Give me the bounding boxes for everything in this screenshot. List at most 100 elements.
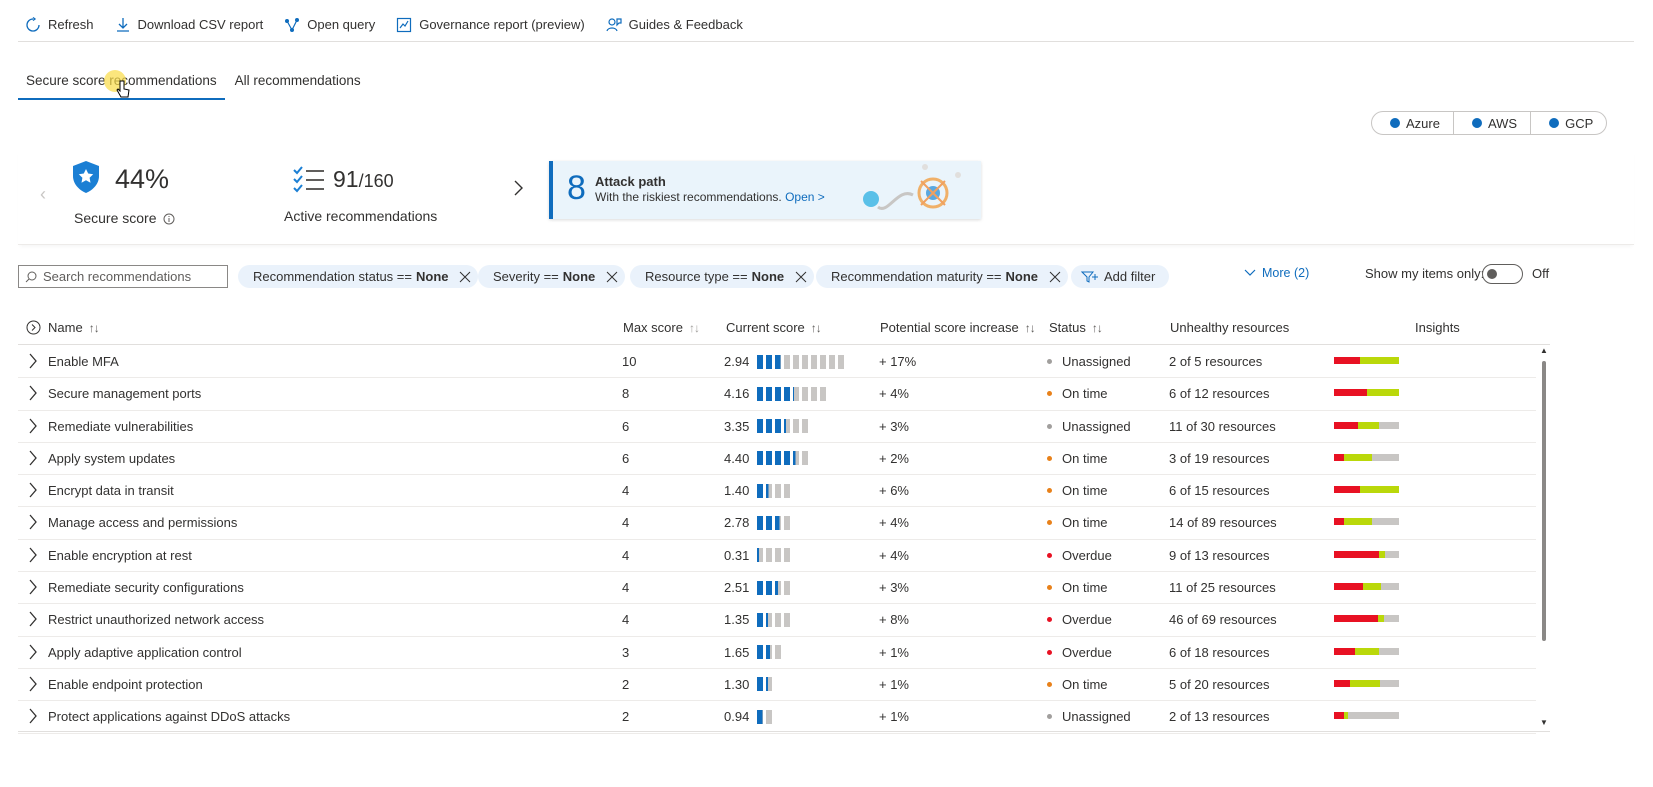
column-potential-increase[interactable]: Potential score increase ↑↓ <box>880 320 1036 335</box>
filter-recommendation-maturity[interactable]: Recommendation maturity == None <box>816 265 1069 288</box>
close-icon[interactable] <box>794 270 808 284</box>
recommendation-name[interactable]: Restrict unauthorized network access <box>48 612 264 627</box>
max-score: 6 <box>622 418 630 434</box>
table-row[interactable]: Apply adaptive application control 3 1.65 +… <box>18 637 1536 669</box>
current-score: 2.94 <box>724 354 845 369</box>
attack-path-card[interactable]: 8 Attack path With the riskiest recommen… <box>549 161 981 219</box>
close-icon[interactable] <box>1048 270 1062 284</box>
recommendation-name[interactable]: Enable encryption at rest <box>48 548 192 563</box>
table-row[interactable]: Remediate security configurations 4 2.51 + … <box>18 572 1536 605</box>
not-applicable-segment <box>1379 679 1399 687</box>
table-row[interactable]: Remediate vulnerabilities 6 3.35 + 3% Unassi… <box>18 411 1536 443</box>
chevron-right-icon[interactable] <box>27 676 39 692</box>
status-label: On time <box>1062 515 1108 531</box>
recommendation-name[interactable]: Enable MFA <box>48 354 119 369</box>
healthy-segment <box>1355 647 1380 655</box>
expand-all-button[interactable] <box>26 320 41 335</box>
chevron-left-icon[interactable]: ‹ <box>40 184 46 205</box>
aws-dot <box>1471 118 1482 128</box>
scrollbar-thumb[interactable] <box>1542 361 1546 641</box>
score-segment <box>784 419 791 434</box>
current-score: 2.78 <box>724 515 791 530</box>
recommendation-name[interactable]: Protect applications against DDoS attack… <box>48 709 290 724</box>
recommendation-name[interactable]: Manage access and permissions <box>48 515 237 530</box>
score-bar <box>757 612 791 627</box>
healthy-segment <box>1350 679 1380 687</box>
table-row[interactable]: Apply system updates 6 4.40 + 2% On time 3 of… <box>18 443 1536 476</box>
open-query-button[interactable]: Open query <box>277 11 375 39</box>
chevron-right-icon[interactable] <box>27 482 39 498</box>
scroll-up-icon[interactable]: ▲ <box>1540 346 1548 355</box>
command-bar: Refresh Download CSV report Open query G… <box>18 8 1634 42</box>
recommendation-name[interactable]: Encrypt data in transit <box>48 483 174 498</box>
download-csv-button[interactable]: Download CSV report <box>108 11 263 39</box>
table-row[interactable]: Manage access and permissions 4 2.78 + 4% On… <box>18 507 1536 540</box>
score-segment <box>784 580 791 595</box>
cloud-azure[interactable]: Azure <box>1372 112 1454 134</box>
chevron-right-icon[interactable] <box>27 708 39 724</box>
unhealthy-resources: 3 of 19 resources <box>1169 450 1270 466</box>
unhealthy-resources: 6 of 18 resources <box>1169 644 1270 660</box>
cloud-aws[interactable]: AWS <box>1454 112 1532 134</box>
chevron-right-icon[interactable] <box>512 180 524 196</box>
chevron-right-icon[interactable] <box>27 579 39 595</box>
table-scrollbar[interactable]: ▲ ▼ <box>1538 346 1550 730</box>
column-current-score[interactable]: Current score ↑↓ <box>726 320 822 335</box>
table-row[interactable]: Enable endpoint protection 2 1.30 + 1% On ti… <box>18 669 1536 702</box>
recommendations-table: Enable MFA 10 2.94 + 17% Unassigned 2 of 5 re… <box>18 346 1536 734</box>
attack-path-open-link[interactable]: Open > <box>785 190 825 204</box>
chevron-right-icon[interactable] <box>27 353 39 369</box>
recommendation-name[interactable]: Remediate security configurations <box>48 580 244 595</box>
max-score: 10 <box>622 354 637 369</box>
table-row[interactable]: Enable encryption at rest 4 0.31 + 4% Overdu… <box>18 540 1536 573</box>
governance-label: Governance report (preview) <box>419 17 585 32</box>
table-row[interactable]: Enable MFA 10 2.94 + 17% Unassigned 2 of 5 re… <box>18 346 1536 379</box>
filter-recommendation-status[interactable]: Recommendation status == None <box>238 265 479 288</box>
refresh-button[interactable]: Refresh <box>18 11 94 39</box>
chevron-right-icon[interactable] <box>27 644 39 660</box>
more-filters-button[interactable]: More (2) <box>1244 266 1309 280</box>
governance-report-button[interactable]: Governance report (preview) <box>389 11 585 39</box>
filter-resource-type[interactable]: Resource type == None <box>630 265 815 288</box>
chevron-right-icon[interactable] <box>27 547 39 563</box>
close-icon[interactable] <box>458 270 472 284</box>
resource-health-bar <box>1334 679 1399 687</box>
table-row[interactable]: Encrypt data in transit 4 1.40 + 6% On time 6… <box>18 475 1536 508</box>
score-segment <box>775 386 782 401</box>
filter-severity[interactable]: Severity == None <box>478 265 626 288</box>
score-bar <box>757 709 773 724</box>
cloud-gcp[interactable]: GCP <box>1531 112 1606 134</box>
sort-icon: ↑↓ <box>688 320 700 335</box>
add-filter-button[interactable]: Add filter <box>1071 265 1170 288</box>
current-score-value: 1.40 <box>724 483 750 499</box>
column-name[interactable]: Name ↑↓ <box>48 320 100 335</box>
potential-score-increase: + 3% <box>879 418 909 434</box>
scroll-down-icon[interactable]: ▼ <box>1540 718 1548 727</box>
column-max-score[interactable]: Max score ↑↓ <box>623 320 700 335</box>
table-row[interactable]: Secure management ports 8 4.16 + 4% On time 6… <box>18 378 1536 411</box>
search-input[interactable] <box>43 269 223 284</box>
chevron-right-icon[interactable] <box>27 385 39 401</box>
score-segment <box>811 354 818 369</box>
tab-all-recommendations[interactable]: All recommendations <box>227 70 369 100</box>
recommendation-name[interactable]: Secure management ports <box>48 386 201 401</box>
table-row[interactable]: Restrict unauthorized network access 4 1.3… <box>18 604 1536 637</box>
guides-label: Guides & Feedback <box>628 17 743 32</box>
close-icon[interactable] <box>605 270 619 284</box>
recommendation-name[interactable]: Enable endpoint protection <box>48 677 203 692</box>
resource-health-bar <box>1334 486 1399 494</box>
table-row[interactable]: Protect applications against DDoS attack… <box>18 701 1536 734</box>
guides-feedback-button[interactable]: Guides & Feedback <box>599 11 743 39</box>
chevron-right-icon[interactable] <box>27 611 39 627</box>
toggle-state-label: Off <box>1532 266 1550 281</box>
info-icon[interactable] <box>163 213 175 225</box>
column-name-label: Name <box>48 320 83 335</box>
recommendation-name[interactable]: Remediate vulnerabilities <box>48 419 193 434</box>
recommendation-name[interactable]: Apply system updates <box>48 451 175 466</box>
my-items-toggle[interactable] <box>1482 264 1523 284</box>
recommendation-name[interactable]: Apply adaptive application control <box>48 645 242 660</box>
chevron-right-icon[interactable] <box>27 450 39 466</box>
column-status[interactable]: Status ↑↓ <box>1049 320 1103 335</box>
chevron-right-icon[interactable] <box>27 514 39 530</box>
chevron-right-icon[interactable] <box>27 418 39 434</box>
